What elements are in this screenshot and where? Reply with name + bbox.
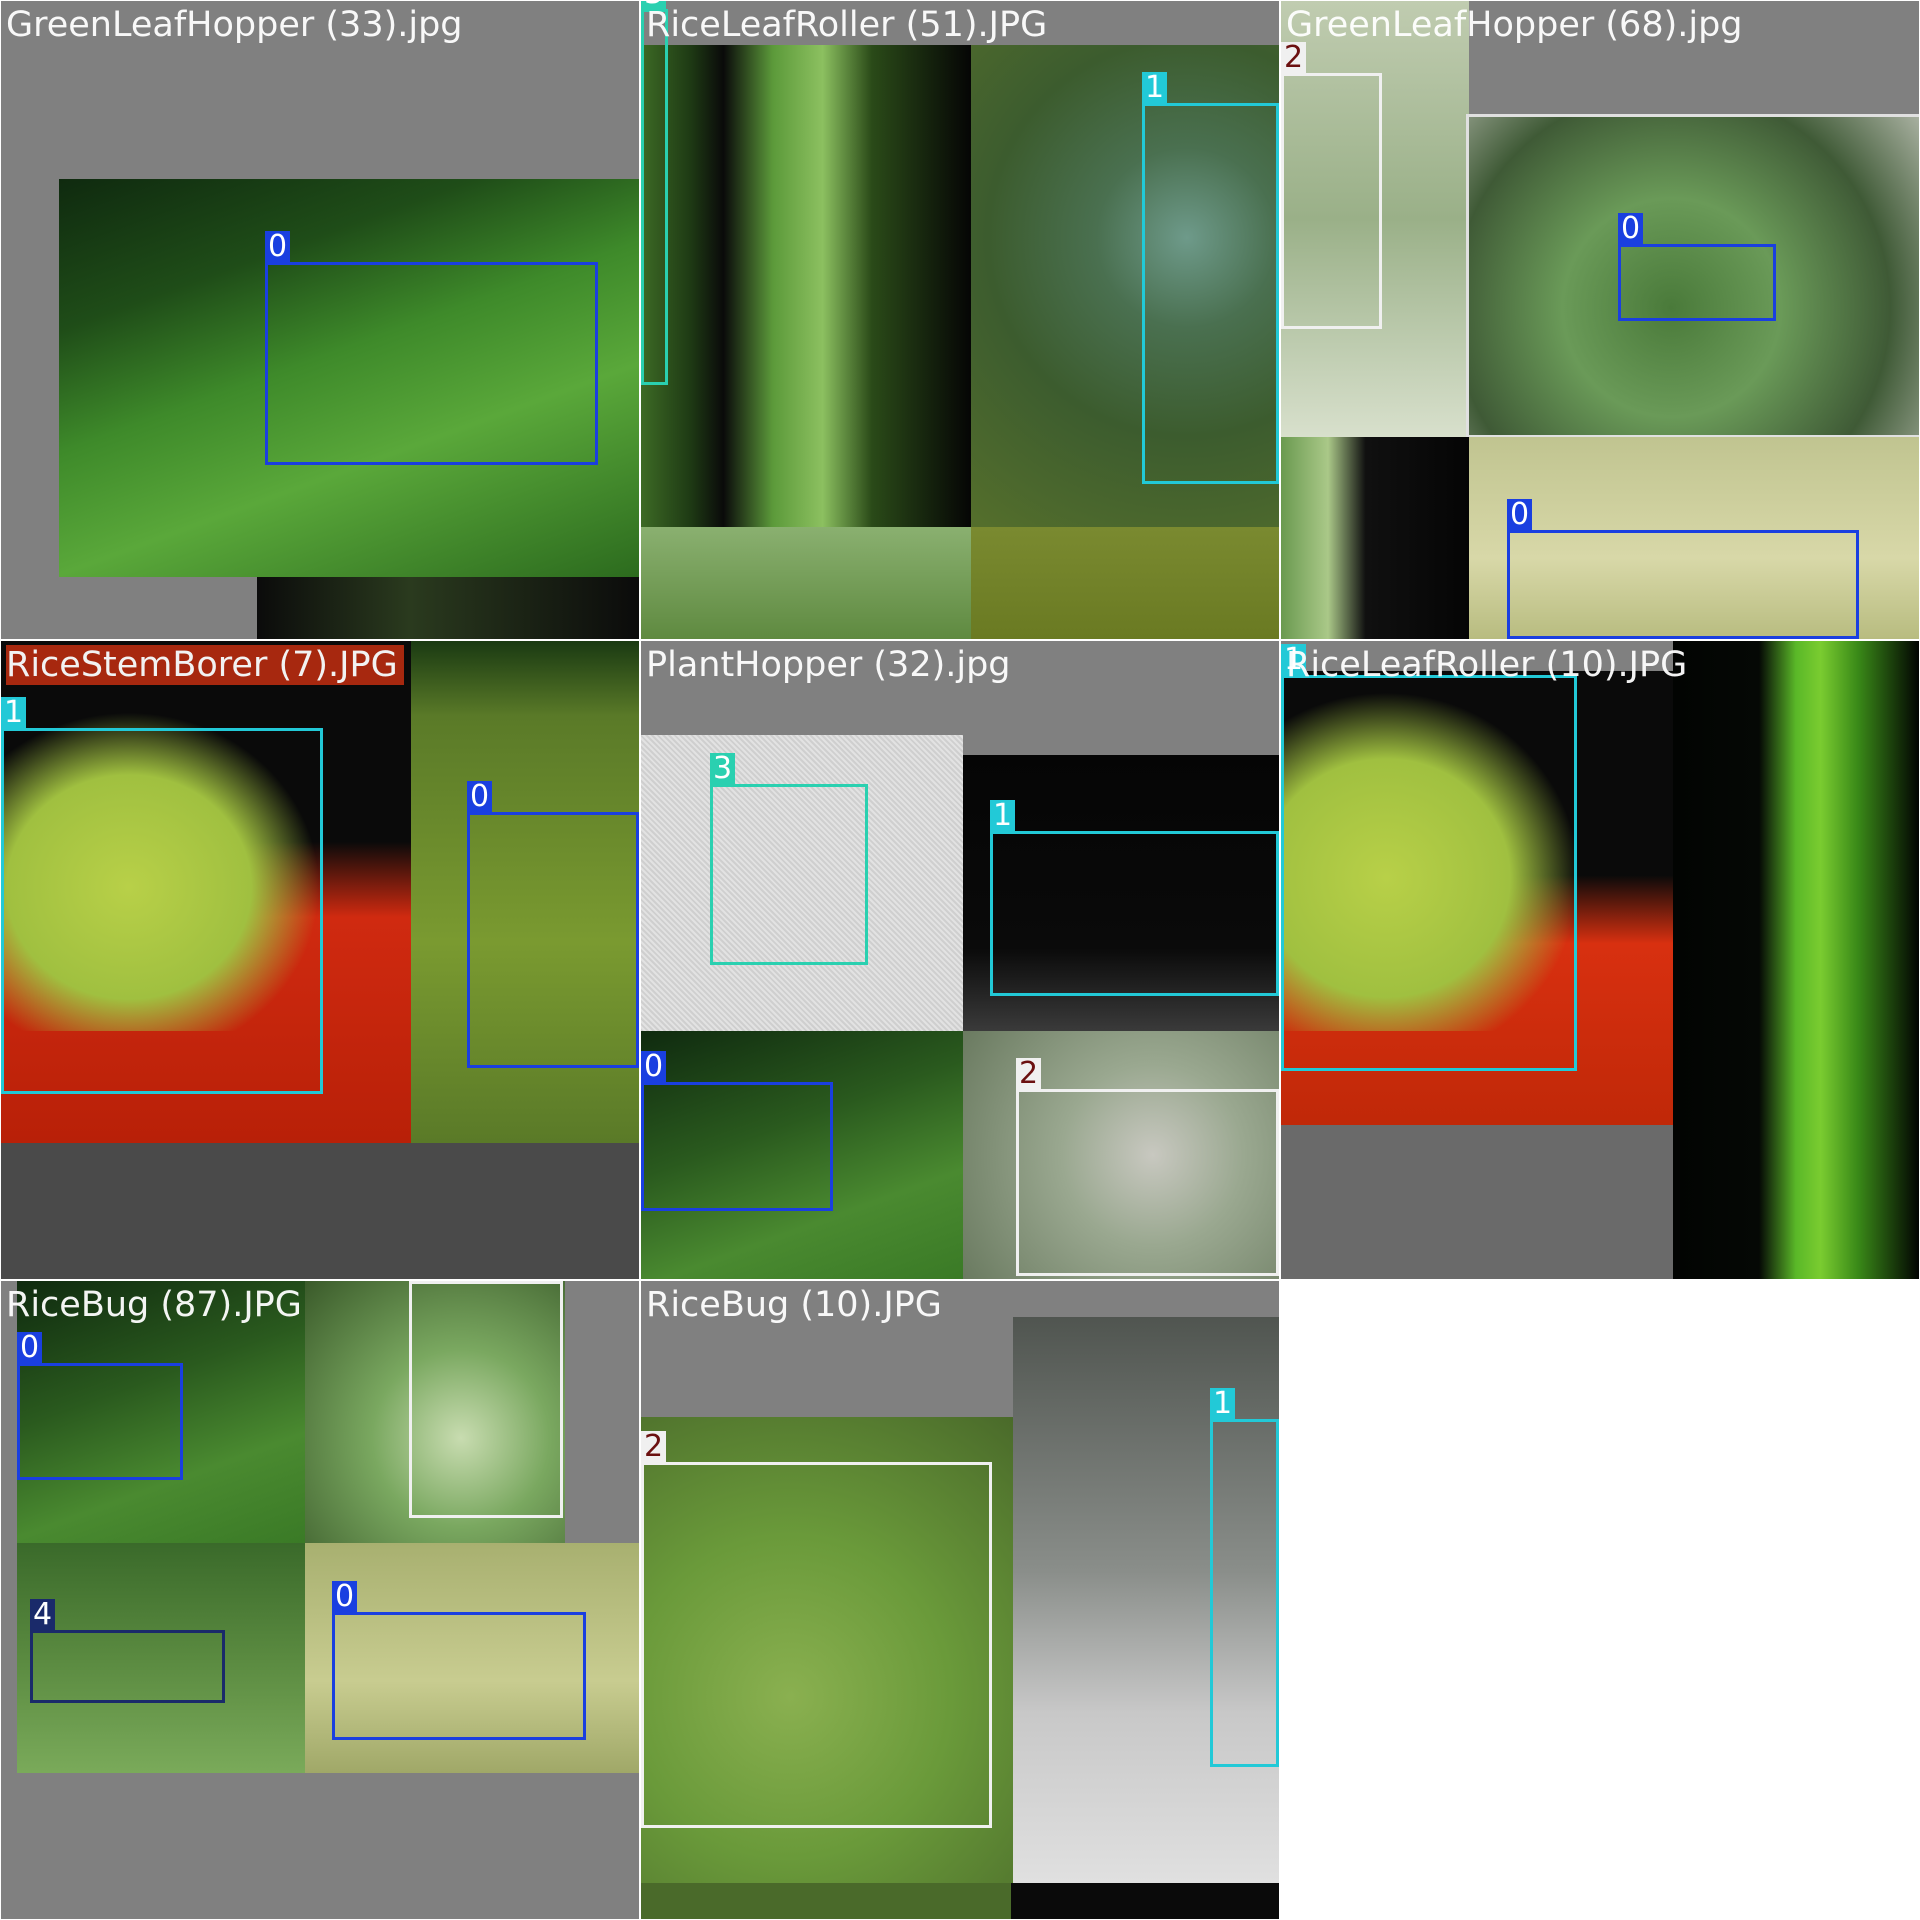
class-label: 4 (30, 1599, 56, 1631)
class-label: 2 (1281, 42, 1307, 74)
class-label: 1 (1142, 72, 1168, 104)
photo-rice-stems (641, 45, 971, 527)
class-label: 1 (1210, 1388, 1236, 1420)
detection-box: 2 (1281, 42, 1382, 329)
tile-filename: RiceStemBorer (7).JPG (6, 645, 404, 685)
tile-filename: RiceLeafRoller (10).JPG (1286, 645, 1688, 685)
photo-stem (257, 577, 639, 639)
tile-filename: RiceBug (87).JPG (6, 1285, 302, 1325)
mosaic-tile: 2 0 0 GreenLeafHopper (68).jpg (1279, 0, 1920, 641)
class-label: 2 (641, 1431, 667, 1463)
class-label: 1 (990, 800, 1016, 832)
detection-box: 0 (1507, 499, 1859, 639)
mosaic-tile: 0 2 4 0 RiceBug (87).JPG (0, 1279, 641, 1920)
detection-box: 0 (265, 231, 598, 465)
mosaic-tile: 3 1 0 2 PlantHopper (32).jpg (639, 639, 1281, 1281)
tile-filename: GreenLeafHopper (33).jpg (6, 5, 463, 45)
detection-box: 1 (1142, 72, 1279, 484)
class-label: 2 (409, 1281, 435, 1282)
photo-grass (641, 527, 971, 639)
detection-box: 0 (1618, 213, 1776, 321)
detection-box: 2 (1016, 1058, 1279, 1276)
tile-filename: RiceLeafRoller (51).JPG (646, 5, 1048, 45)
tile-filename: RiceBug (10).JPG (646, 1285, 942, 1325)
detection-box: 1 (1, 697, 323, 1094)
detection-box: 0 (17, 1332, 183, 1480)
mosaic-tile: 0 GreenLeafHopper (33).jpg (0, 0, 641, 641)
class-label: 0 (265, 231, 291, 263)
detection-box: 0 (467, 781, 639, 1068)
detection-box: 4 (30, 1599, 225, 1703)
detection-box: 0 (332, 1581, 586, 1740)
tile-filename: GreenLeafHopper (68).jpg (1286, 5, 1743, 45)
class-label: 0 (1507, 499, 1533, 531)
class-label: 0 (641, 1051, 667, 1083)
photo-stem-dark (1281, 437, 1469, 639)
class-label: 3 (710, 753, 736, 785)
class-label: 1 (1, 697, 27, 729)
photo-olive (971, 527, 1279, 639)
mosaic-tile: 1 RiceLeafRoller (10).JPG (1279, 639, 1920, 1281)
detection-box: 2 (409, 1281, 563, 1518)
photo-dark-strip (641, 1883, 1279, 1919)
mosaic-tile: 1 0 RiceStemBorer (7).JPG (0, 639, 641, 1281)
class-label: 2 (1016, 1058, 1042, 1090)
photo-rice-stem (1673, 641, 1919, 1279)
photo-dark-band (1, 1143, 639, 1279)
detection-box: 1 (1210, 1388, 1279, 1767)
detection-box: 1 (1281, 644, 1577, 1071)
photo-gray-band (1281, 1125, 1673, 1279)
class-label: 0 (332, 1581, 358, 1613)
mosaic-tile: 2 1 RiceBug (10).JPG (639, 1279, 1281, 1920)
class-label: 0 (17, 1332, 43, 1364)
detection-box: 3 (710, 753, 868, 965)
class-label: 0 (1618, 213, 1644, 245)
detection-box: 0 (641, 1051, 833, 1211)
detection-box: 2 (641, 1431, 992, 1828)
detection-box: 1 (990, 800, 1279, 996)
mosaic-tile: 3 1 RiceLeafRoller (51).JPG (639, 0, 1281, 641)
detection-box: 3 (641, 1, 668, 385)
tile-filename: PlantHopper (32).jpg (646, 645, 1011, 685)
class-label: 0 (467, 781, 493, 813)
